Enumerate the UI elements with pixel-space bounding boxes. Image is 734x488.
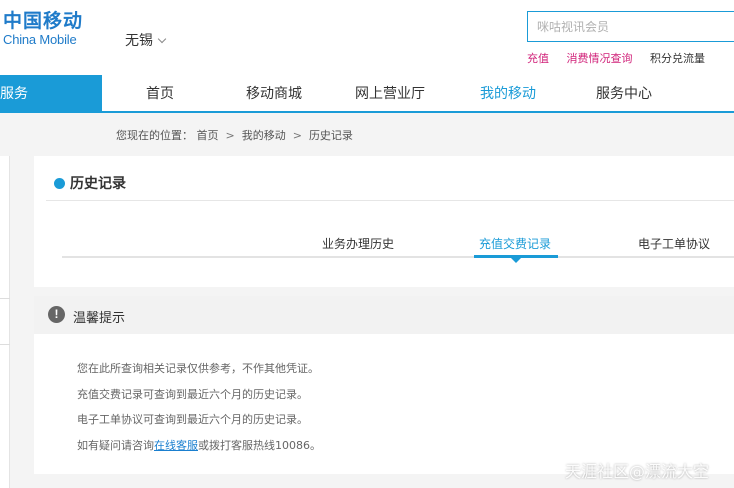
breadcrumb-separator: > <box>225 129 235 142</box>
breadcrumb-prefix: 您现在的位置： <box>116 129 193 142</box>
breadcrumb-current: 历史记录 <box>308 129 353 142</box>
left-sidebar-edge <box>0 156 10 488</box>
tip-line: 电子工单协议可查询到最近六个月的历史记录。 <box>77 413 308 426</box>
chevron-down-icon <box>157 34 167 44</box>
history-title: 历史记录 <box>54 173 126 193</box>
breadcrumb-home[interactable]: 首页 <box>197 129 219 142</box>
breadcrumb-my-mobile[interactable]: 我的移动 <box>242 129 286 142</box>
tab-e-work-order[interactable]: 电子工单协议 <box>638 235 710 252</box>
watermark: 天涯社区@漂流大空 <box>565 462 710 481</box>
city-selector[interactable]: 无锡 <box>125 30 167 50</box>
tip-contact-prefix: 如有疑问请咨询 <box>77 439 154 452</box>
nav-item-service-center[interactable]: 服务中心 <box>596 75 652 113</box>
search-input[interactable] <box>527 11 734 42</box>
tip-line: 充值交费记录可查询到最近六个月的历史记录。 <box>77 388 308 401</box>
recharge-link[interactable]: 充值 <box>527 52 549 65</box>
tab-business-history[interactable]: 业务办理历史 <box>322 235 394 252</box>
tips-title: 温馨提示 <box>73 311 126 326</box>
main-nav: 服务 首页 移动商城 网上营业厅 我的移动 服务中心 <box>0 75 734 113</box>
china-mobile-logo[interactable]: 中国移动 China Mobile <box>3 10 83 47</box>
card-divider <box>46 200 734 201</box>
nav-item-online-hall[interactable]: 网上营业厅 <box>355 75 425 113</box>
points-exchange-link[interactable]: 积分兑流量 <box>650 52 705 65</box>
bullet-dot-icon <box>54 178 65 189</box>
sidebar-divider <box>0 344 10 345</box>
breadcrumb: 您现在的位置： 首页 > 我的移动 > 历史记录 <box>116 127 353 143</box>
tab-recharge-records[interactable]: 充值交费记录 <box>479 235 551 252</box>
consumption-query-link[interactable]: 消费情况查询 <box>567 52 633 65</box>
logo-english-text: China Mobile <box>3 32 77 47</box>
nav-item-mall[interactable]: 移动商城 <box>246 75 302 113</box>
tip-line-contact: 如有疑问请咨询在线客服或拨打客服热线10086。 <box>77 437 321 453</box>
tips-card: ! 温馨提示 您在此所查询相关记录仅供参考，不作其他凭证。 充值交费记录可查询到… <box>34 296 734 474</box>
quick-links: 充值 消费情况查询 积分兑流量 <box>527 50 719 66</box>
history-card: 历史记录 业务办理历史 充值交费记录 电子工单协议 <box>34 156 734 287</box>
nav-item-home[interactable]: 首页 <box>146 75 174 113</box>
city-name: 无锡 <box>125 33 153 49</box>
tip-contact-suffix: 或拨打客服热线10086。 <box>198 439 321 452</box>
online-service-link[interactable]: 在线客服 <box>154 439 198 452</box>
active-tab-caret-icon <box>511 258 521 263</box>
sidebar-divider <box>0 298 10 299</box>
breadcrumb-separator: > <box>292 129 302 142</box>
history-title-text: 历史记录 <box>70 176 126 192</box>
logo-chinese-text: 中国移动 <box>3 10 84 32</box>
nav-item-my-mobile[interactable]: 我的移动 <box>480 75 536 113</box>
header: 中国移动 China Mobile 无锡 充值 消费情况查询 积分兑流量 <box>0 0 734 75</box>
nav-service-button[interactable]: 服务 <box>0 75 102 113</box>
tips-header: ! 温馨提示 <box>34 296 734 334</box>
tabs-baseline <box>62 256 734 258</box>
exclamation-icon: ! <box>48 306 65 323</box>
tip-line: 您在此所查询相关记录仅供参考，不作其他凭证。 <box>77 362 319 375</box>
